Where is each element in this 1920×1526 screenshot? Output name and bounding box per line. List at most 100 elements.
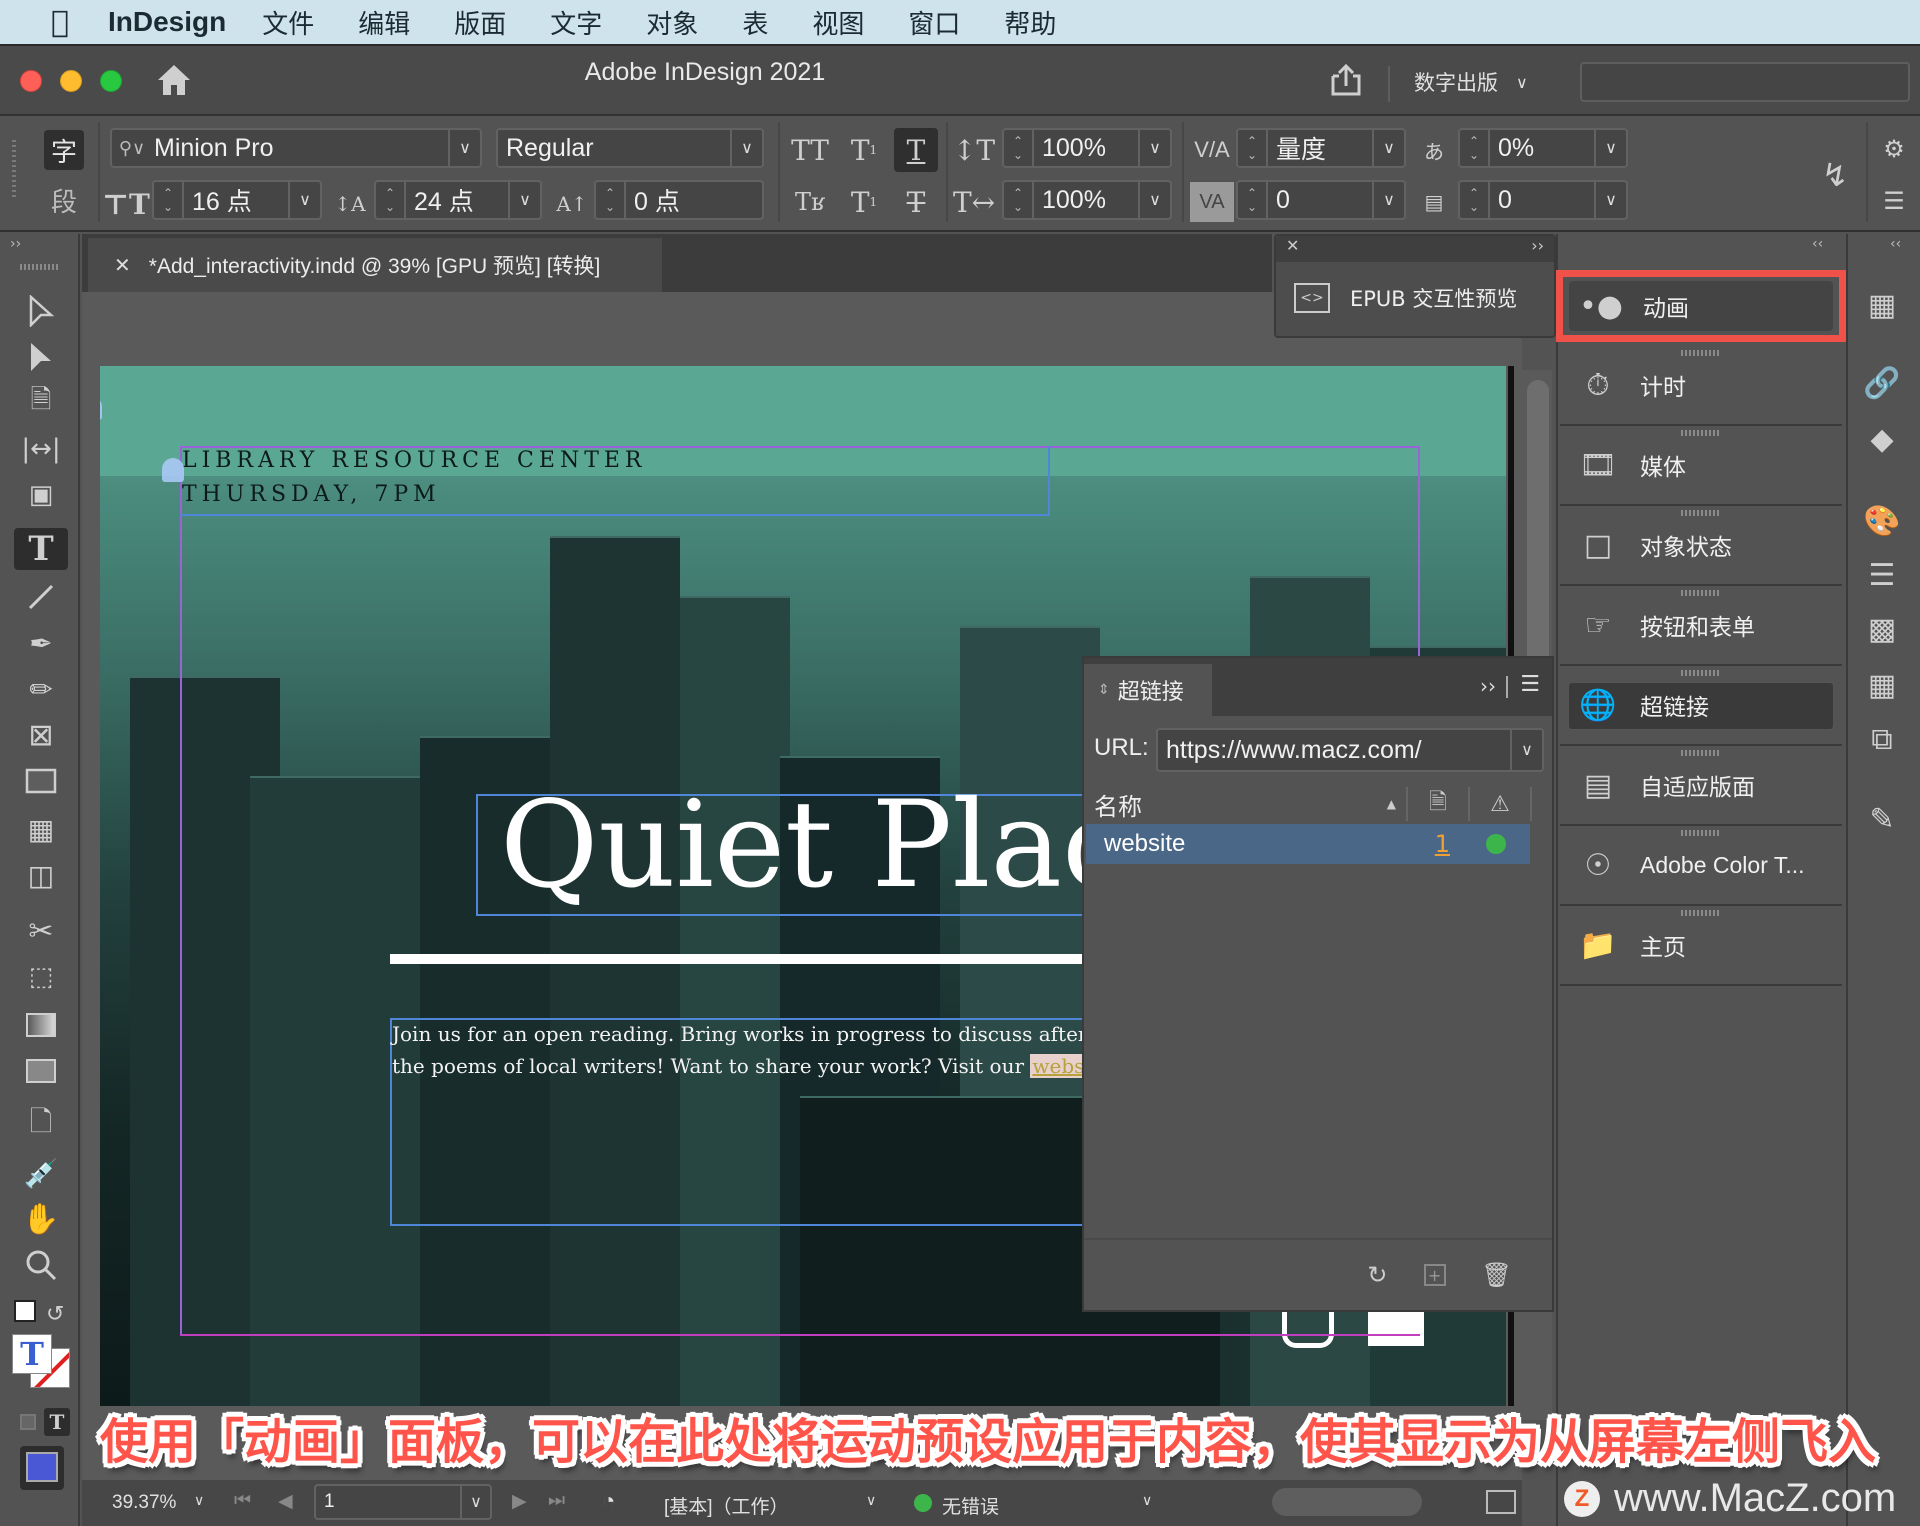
facebook-icon[interactable] bbox=[1368, 1312, 1424, 1346]
leading-field[interactable]: ⌃ ⌄ 24 点 ∨ bbox=[374, 180, 542, 220]
vertical-scale-field[interactable]: ⌃ ⌄ 100% ∨ bbox=[1002, 128, 1172, 168]
scissors-tool[interactable]: ✂ bbox=[14, 910, 68, 952]
table-tool[interactable]: ▦ bbox=[14, 808, 68, 850]
menu-help[interactable]: 帮助 bbox=[1004, 4, 1056, 41]
chevron-down-icon[interactable]: ∨ bbox=[1594, 130, 1626, 166]
kerning-field[interactable]: ⌃ ⌄ 量度 ∨ bbox=[1236, 128, 1406, 168]
menu-layout[interactable]: 版面 bbox=[454, 4, 506, 41]
view-mode-button[interactable] bbox=[20, 1446, 64, 1490]
horizontal-scale-field[interactable]: ⌃ ⌄ 100% ∨ bbox=[1002, 180, 1172, 220]
preflight-icon[interactable]: ✎ bbox=[1852, 796, 1912, 842]
chevron-down-icon[interactable]: ∨ bbox=[508, 182, 540, 218]
warning-column-icon[interactable]: ⚠ bbox=[1470, 792, 1530, 817]
stroke-icon[interactable]: ☰ bbox=[1852, 552, 1912, 598]
fill-swatch[interactable]: T bbox=[12, 1334, 52, 1374]
links-icon[interactable]: 🔗 bbox=[1852, 360, 1912, 406]
gradient-icon[interactable]: ▩ bbox=[1852, 606, 1912, 652]
document-tab[interactable]: ✕ *Add_interactivity.indd @ 39% [GPU 预览]… bbox=[88, 238, 662, 292]
cell-styles-icon[interactable]: ▦ bbox=[1852, 662, 1912, 708]
control-menu-button[interactable]: ☰ bbox=[1876, 186, 1912, 216]
table-columns-tool[interactable]: ◫ bbox=[14, 854, 68, 896]
horizontal-scrollbar[interactable] bbox=[1272, 1488, 1422, 1516]
free-transform-tool[interactable]: ⬚ bbox=[14, 956, 68, 998]
panel-animation[interactable]: •● 动画 bbox=[1556, 270, 1846, 342]
panel-menu-icon[interactable]: ☰ bbox=[1520, 672, 1540, 697]
stepper-icon[interactable]: ⌃ ⌄ bbox=[1004, 130, 1034, 166]
chevron-down-icon[interactable]: ∨ bbox=[1142, 1492, 1152, 1509]
type-tool[interactable]: T bbox=[14, 528, 68, 570]
content-collector-tool[interactable]: ▣ bbox=[14, 474, 68, 516]
zoom-level[interactable]: 39.37% bbox=[112, 1492, 176, 1514]
close-tab-icon[interactable]: ✕ bbox=[114, 253, 131, 278]
share-button[interactable] bbox=[1326, 60, 1366, 100]
refresh-icon[interactable]: ↻ bbox=[1367, 1261, 1387, 1289]
menu-type[interactable]: 文字 bbox=[550, 4, 602, 41]
chevron-down-icon[interactable]: ∨ bbox=[1138, 130, 1170, 166]
sort-ascending-icon[interactable]: ▲ bbox=[1387, 797, 1396, 811]
panel-timing[interactable]: ⏱ 计时 bbox=[1560, 346, 1842, 426]
lock-icon[interactable] bbox=[162, 458, 184, 482]
menu-object[interactable]: 对象 bbox=[646, 4, 698, 41]
new-hyperlink-icon[interactable]: + bbox=[1423, 1264, 1446, 1286]
collapse-panel-icon[interactable]: ›› bbox=[1531, 236, 1544, 262]
direct-selection-tool[interactable] bbox=[14, 336, 68, 378]
apple-icon[interactable]:  bbox=[40, 5, 80, 40]
rectangle-frame-tool[interactable]: ⊠ bbox=[14, 714, 68, 756]
subscript-button[interactable]: T1 bbox=[842, 182, 886, 222]
panel-media[interactable]: 🎞 媒体 bbox=[1560, 426, 1842, 506]
grid-spacing-field[interactable]: ⌃ ⌄ 0 ∨ bbox=[1458, 180, 1628, 220]
menu-view[interactable]: 视图 bbox=[812, 4, 864, 41]
page-number-field[interactable]: 1 ∨ bbox=[314, 1484, 492, 1520]
menu-table[interactable]: 表 bbox=[742, 4, 768, 41]
baseline-shift-field[interactable]: ⌃ ⌄ 0 点 bbox=[594, 180, 764, 220]
zoom-tool[interactable] bbox=[14, 1244, 68, 1286]
trash-icon[interactable]: 🗑 bbox=[1482, 1261, 1512, 1289]
quick-apply-button[interactable]: ↯ bbox=[1820, 150, 1850, 200]
stepper-icon[interactable]: ⌃ ⌄ bbox=[154, 182, 184, 218]
panel-liquid-layout[interactable]: ▤ 自适应版面 bbox=[1560, 746, 1842, 826]
instagram-icon[interactable] bbox=[1282, 1312, 1334, 1348]
collapse-icon-dock-icon[interactable]: ‹‹ bbox=[1890, 236, 1901, 252]
epub-preview-item[interactable]: <> EPUB 交互性预览 bbox=[1276, 262, 1554, 334]
profile-label[interactable]: [基本]（工作） bbox=[664, 1492, 789, 1519]
tsume-field[interactable]: ⌃ ⌄ 0% ∨ bbox=[1458, 128, 1628, 168]
hyperlinks-tab[interactable]: ⇕ 超链接 bbox=[1084, 664, 1212, 716]
stepper-icon[interactable]: ⌃ ⌄ bbox=[1238, 130, 1268, 166]
superscript-button[interactable]: T1 bbox=[842, 130, 886, 170]
selection-tool[interactable] bbox=[14, 290, 68, 332]
gap-tool[interactable]: |↔| bbox=[14, 428, 68, 470]
chevron-down-icon[interactable]: ∨ bbox=[1138, 182, 1170, 218]
swap-fill-stroke-icon[interactable]: ↺ bbox=[46, 1302, 64, 1327]
strikethrough-button[interactable]: T bbox=[894, 182, 938, 222]
eyedropper-tool[interactable]: 💉 bbox=[14, 1152, 68, 1194]
last-page-icon[interactable]: ⏭ bbox=[548, 1490, 565, 1512]
default-fill-stroke-icon[interactable] bbox=[14, 1300, 36, 1322]
page-tool[interactable]: 🗎 bbox=[14, 382, 68, 424]
chevron-down-icon[interactable]: ∨ bbox=[1372, 130, 1404, 166]
gradient-swatch-tool[interactable] bbox=[14, 1004, 68, 1046]
note-tool[interactable]: 🗋 bbox=[14, 1104, 68, 1146]
first-page-icon[interactable]: ⏮ bbox=[234, 1490, 251, 1512]
chevron-down-icon[interactable]: ∨ bbox=[730, 130, 762, 166]
stepper-icon[interactable]: ⌃ ⌄ bbox=[376, 182, 406, 218]
chevron-down-icon[interactable]: ∨ bbox=[460, 1486, 490, 1518]
previous-page-icon[interactable]: ◀ bbox=[278, 1490, 293, 1513]
split-window-icon[interactable] bbox=[1486, 1490, 1516, 1514]
tracking-field[interactable]: ⌃ ⌄ 0 ∨ bbox=[1236, 180, 1406, 220]
chevron-down-icon[interactable]: ∨ bbox=[288, 182, 320, 218]
line-tool[interactable] bbox=[14, 576, 68, 618]
column-name-header[interactable]: 名称 bbox=[1084, 787, 1387, 822]
rectangle-tool[interactable] bbox=[14, 760, 68, 802]
stepper-icon[interactable]: ⌃ ⌄ bbox=[1460, 182, 1490, 218]
close-panel-icon[interactable]: ✕ bbox=[1286, 236, 1299, 262]
menu-edit[interactable]: 编辑 bbox=[358, 4, 410, 41]
table-row[interactable]: website 1 bbox=[1086, 824, 1530, 864]
panel-object-states[interactable]: □ 对象状态 bbox=[1560, 506, 1842, 586]
stepper-icon[interactable]: ⌃ ⌄ bbox=[1460, 130, 1490, 166]
cc-libraries-icon[interactable]: ▦ bbox=[1852, 282, 1912, 328]
chevron-down-icon[interactable]: ∨ bbox=[448, 130, 480, 166]
paragraph-mode-button[interactable]: 段 bbox=[44, 180, 84, 220]
control-settings-button[interactable]: ⚙ bbox=[1876, 134, 1912, 164]
workspace-switcher[interactable]: 数字出版 ∨ bbox=[1414, 64, 1528, 100]
menu-app-name[interactable]: InDesign bbox=[108, 6, 226, 38]
